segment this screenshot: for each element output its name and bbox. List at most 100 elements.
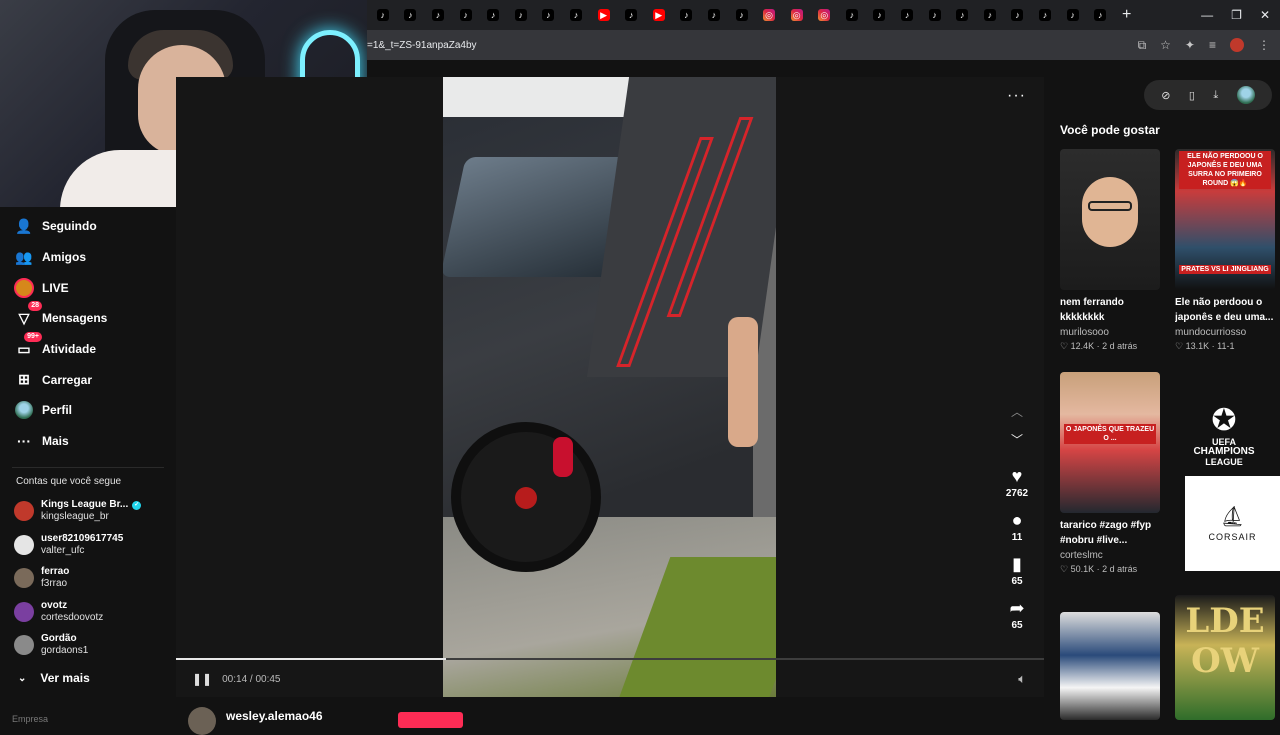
sidebar-item-live[interactable]: LIVE (0, 272, 176, 303)
more-options-icon[interactable]: ··· (1007, 87, 1026, 105)
browser-tab[interactable]: ♪ (535, 0, 563, 30)
browser-tab[interactable]: ♪ (617, 0, 645, 30)
pause-icon[interactable]: ❚❚ (192, 672, 212, 686)
share-arrow-icon[interactable]: ➦ (1009, 596, 1024, 620)
browser-tab[interactable]: ♪ (424, 0, 452, 30)
compass-icon[interactable]: ⊘ (1161, 89, 1170, 102)
browser-tab[interactable]: ♪ (921, 0, 949, 30)
browser-tab[interactable]: ♪ (479, 0, 507, 30)
video-brake-caliper (553, 437, 573, 477)
browser-tab[interactable]: ♪ (369, 0, 397, 30)
card-thumbnail: ELE NÃO PERDOOU O JAPONÊS E DEU UMA SURR… (1175, 149, 1275, 290)
browser-tab[interactable]: ◎ (783, 0, 811, 30)
browser-tab[interactable]: ▶ (645, 0, 673, 30)
browser-tab[interactable]: ♪ (397, 0, 425, 30)
phone-icon[interactable]: ▯ (1189, 89, 1195, 102)
carregar-glyph: ⊞ (18, 371, 30, 388)
browser-tab[interactable]: ♪ (673, 0, 701, 30)
restore-button[interactable]: ❐ (1231, 8, 1242, 22)
install-app-icon[interactable]: ⧉ (1138, 38, 1147, 53)
account-names: Kings League Br... ✓ kingsleague_br (41, 499, 142, 523)
starball-icon: ✪ (1211, 404, 1237, 437)
mais-icon: ··· (14, 431, 34, 451)
author-name[interactable]: wesley.alemao46 (226, 709, 323, 723)
browser-tab[interactable]: ♪ (507, 0, 535, 30)
browser-tab[interactable]: ▶ (590, 0, 618, 30)
new-tab-button[interactable]: + (1122, 6, 1131, 24)
sidebar-item-seguindo[interactable]: 👤 Seguindo (0, 211, 176, 242)
window-controls: — ❐ ✕ (1201, 0, 1270, 30)
followed-account[interactable]: user82109617745 valter_ufc (0, 528, 176, 562)
recommendations-pane: ⊘ ▯ ⤓ Você pode gostar nem ferrando kkkk… (1044, 77, 1280, 720)
account-display-name: Kings League Br... (41, 499, 129, 511)
bookmark-star-icon[interactable]: ☆ (1160, 38, 1171, 52)
url-field[interactable]: =1&_t=ZS-91anpaZa4by (367, 40, 477, 51)
recommendation-card[interactable] (1060, 612, 1160, 720)
bookmark-icon[interactable]: ▮ (1012, 552, 1022, 576)
next-video-icon[interactable]: ﹀ (1011, 430, 1023, 458)
browser-tab[interactable]: ♪ (1031, 0, 1059, 30)
recommendation-card[interactable]: ELE NÃO PERDOOU O JAPONÊS E DEU UMA SURR… (1175, 149, 1275, 352)
address-bar: =1&_t=ZS-91anpaZa4by ⧉ ☆ ✦ ≡ ⋮ (367, 30, 1280, 60)
notification-badge: 99+ (24, 332, 42, 343)
following-list: Kings League Br... ✓ kingsleague_br user821… (0, 495, 176, 663)
account-name-row: ovotz (41, 600, 103, 612)
footer-company-link[interactable]: Empresa (12, 714, 48, 724)
recommendation-card[interactable]: nem ferrando kkkkkkkk murilosooo ♡ 12.4K… (1060, 149, 1160, 352)
youtube-icon: ▶ (597, 9, 610, 21)
browser-tab[interactable]: ♪ (976, 0, 1004, 30)
browser-tab[interactable]: ◎ (755, 0, 783, 30)
user-avatar[interactable] (1236, 86, 1255, 104)
tiktok-icon: ♪ (956, 9, 969, 21)
tiktok-icon: ♪ (707, 9, 720, 21)
account-names: user82109617745 valter_ufc (41, 533, 123, 557)
browser-tab[interactable]: ♪ (1059, 0, 1087, 30)
followed-account[interactable]: Gordão gordaons1 (0, 629, 176, 663)
sidebar-item-carregar[interactable]: ⊞ Carregar (0, 364, 176, 395)
sidebar-item-perfil[interactable]: Perfil (0, 395, 176, 426)
tiktok-icon: ♪ (680, 9, 693, 21)
tiktok-icon: ♪ (928, 9, 941, 21)
browser-toolbar: ⧉ ☆ ✦ ≡ ⋮ (1138, 30, 1270, 60)
author-avatar[interactable] (188, 707, 216, 735)
profile-avatar[interactable] (1230, 38, 1244, 52)
followed-account[interactable]: ferrao f3rrao (0, 562, 176, 596)
video-frame[interactable] (443, 77, 776, 697)
download-icon[interactable]: ⤓ (1213, 89, 1218, 102)
close-button[interactable]: ✕ (1260, 8, 1270, 22)
account-avatar (14, 635, 34, 656)
browser-tab[interactable]: ♪ (838, 0, 866, 30)
sidebar-item-mais[interactable]: ··· Mais (0, 426, 176, 457)
recommendation-card[interactable]: LDE OW (1175, 595, 1275, 720)
browser-tab[interactable]: ♪ (866, 0, 894, 30)
see-more-button[interactable]: ⌄ Ver mais (0, 666, 176, 690)
sidebar-item-atividade[interactable]: ▭ 99+ Atividade (0, 332, 176, 365)
recommendation-card[interactable]: O JAPONÊS QUE TRAZEU O ... tararico #zag… (1060, 372, 1160, 575)
like-heart-icon[interactable]: ♥ (1012, 464, 1023, 488)
follow-button[interactable] (398, 712, 463, 728)
comment-icon[interactable]: ● (1012, 508, 1023, 532)
browser-tab[interactable]: ♪ (893, 0, 921, 30)
seguindo-icon: 👤 (14, 216, 34, 236)
video-author-bar: wesley.alemao46 (176, 697, 1044, 735)
browser-tab[interactable]: ♪ (700, 0, 728, 30)
extensions-icon[interactable]: ✦ (1185, 38, 1195, 52)
browser-tab[interactable]: ♪ (948, 0, 976, 30)
carregar-icon: ⊞ (14, 370, 34, 390)
browser-tab[interactable]: ♪ (728, 0, 756, 30)
browser-tab[interactable]: ♪ (452, 0, 480, 30)
menu-kebab-icon[interactable]: ⋮ (1258, 38, 1270, 52)
followed-account[interactable]: Kings League Br... ✓ kingsleague_br (0, 495, 176, 529)
progress-bar[interactable] (176, 658, 1044, 660)
browser-tab[interactable]: ◎ (811, 0, 839, 30)
minimize-button[interactable]: — (1201, 8, 1213, 22)
followed-account[interactable]: ovotz cortesdoovotz (0, 595, 176, 629)
browser-tab[interactable]: ♪ (1004, 0, 1032, 30)
browser-tab[interactable]: ♪ (1086, 0, 1114, 30)
media-icon[interactable]: ≡ (1209, 38, 1216, 52)
browser-tab[interactable]: ♪ (562, 0, 590, 30)
volume-icon[interactable]: 🔈︎ (1018, 671, 1026, 687)
sidebar-item-amigos[interactable]: 👥 Amigos (0, 242, 176, 273)
previous-video-icon[interactable]: ︿ (1011, 402, 1023, 430)
sidebar-item-mensagens[interactable]: ▽ 28 Mensagens (0, 301, 176, 334)
